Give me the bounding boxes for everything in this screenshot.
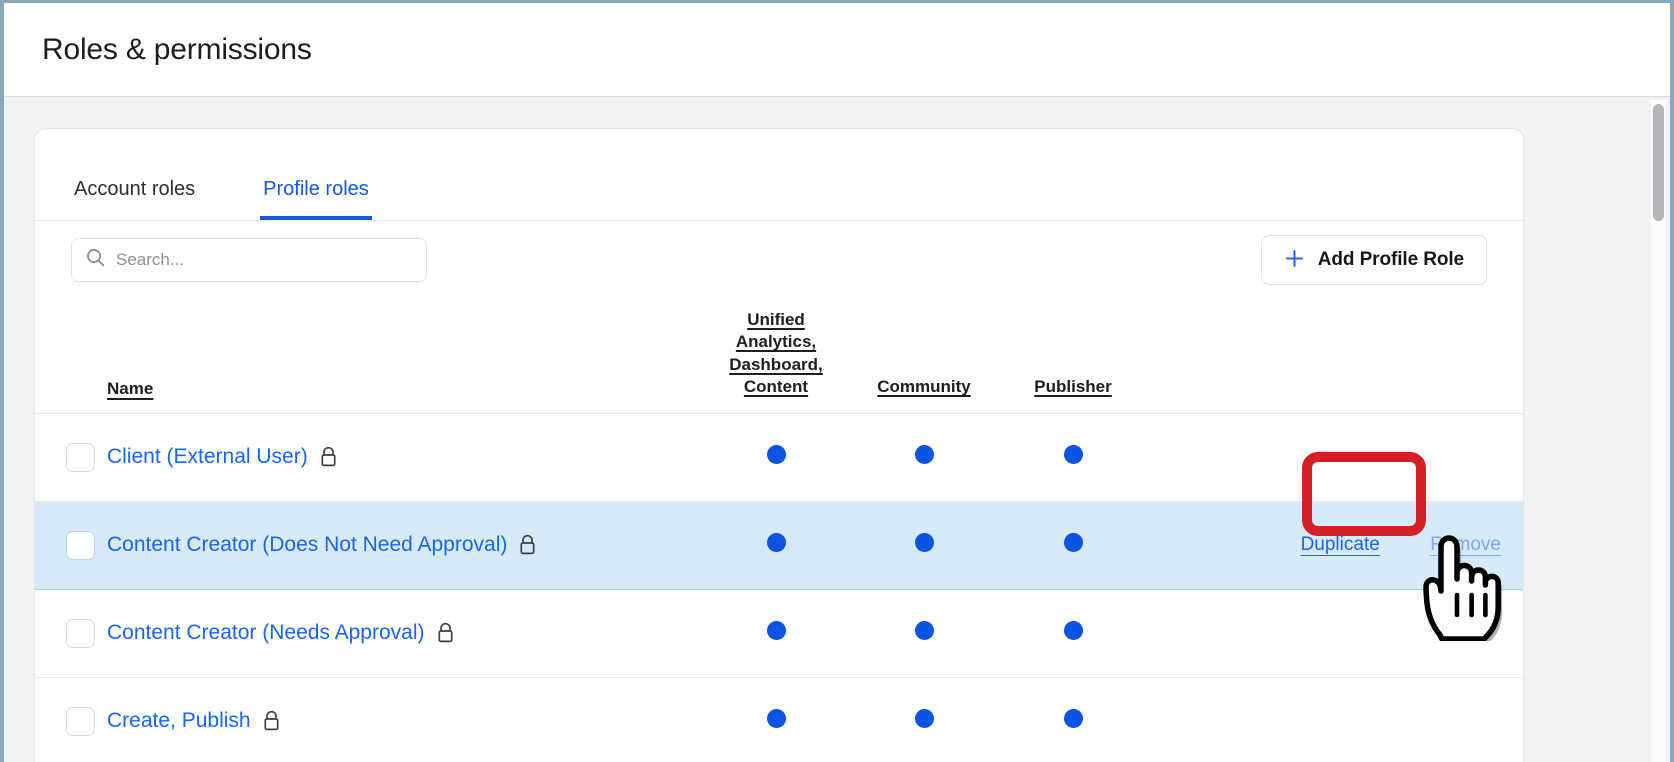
row-select-cell: [35, 677, 107, 762]
search-input[interactable]: [116, 250, 396, 270]
row-actions-cell: [1148, 677, 1523, 762]
th-select-all: [35, 309, 107, 413]
role-name-cell: Client (External User): [107, 413, 702, 501]
lock-icon: [319, 446, 338, 468]
search-icon: [86, 248, 105, 272]
table-row[interactable]: Content Creator (Needs Approval): [35, 589, 1523, 677]
tab-bar: Account roles Profile roles: [35, 129, 1523, 221]
permission-cell-community: [850, 589, 998, 677]
permission-cell-community: [850, 677, 998, 762]
row-actions-cell: [1148, 413, 1523, 501]
row-actions-cell: [1148, 589, 1523, 677]
row-select-cell: [35, 589, 107, 677]
page-title: Roles & permissions: [42, 33, 312, 67]
permission-dot: [767, 621, 786, 640]
row-actions-cell: Duplicate Remove: [1148, 501, 1523, 589]
table-row[interactable]: Content Creator (Does Not Need Approval): [35, 501, 1523, 589]
column-header-actions: [1148, 309, 1523, 413]
role-name-cell: Content Creator (Needs Approval): [107, 589, 702, 677]
column-header-unified-analytics-dashboard-content[interactable]: Unified Analytics, Dashboard, Content: [702, 309, 850, 413]
permission-cell-unified: [702, 589, 850, 677]
page-header: Roles & permissions: [4, 3, 1670, 97]
table-header: Name Unified Analytics, Dashboard, Conte…: [35, 309, 1523, 413]
permission-cell-unified: [702, 501, 850, 589]
column-header-name[interactable]: Name: [107, 309, 702, 413]
table-row[interactable]: Client (External User): [35, 413, 1523, 501]
permission-dot: [1064, 445, 1083, 464]
role-link[interactable]: Create, Publish: [107, 709, 251, 733]
row-checkbox[interactable]: [66, 707, 95, 736]
add-profile-role-label: Add Profile Role: [1318, 249, 1464, 271]
permission-cell-unified: [702, 677, 850, 762]
permission-cell-community: [850, 413, 998, 501]
permission-cell-publisher: [998, 589, 1148, 677]
permission-dot: [1064, 709, 1083, 728]
permission-dot: [1064, 533, 1083, 552]
roles-card: Account roles Profile roles: [34, 128, 1524, 762]
vertical-scrollbar-thumb[interactable]: [1653, 104, 1664, 221]
row-checkbox[interactable]: [66, 443, 95, 472]
lock-icon: [262, 710, 281, 732]
tab-profile-roles[interactable]: Profile roles: [260, 178, 372, 220]
role-link[interactable]: Content Creator (Needs Approval): [107, 621, 425, 645]
table-header-row: Name Unified Analytics, Dashboard, Conte…: [35, 309, 1523, 413]
role-name-cell: Create, Publish: [107, 677, 702, 762]
column-header-community[interactable]: Community: [850, 309, 998, 413]
page-body: Account roles Profile roles: [4, 97, 1670, 762]
permission-cell-community: [850, 501, 998, 589]
duplicate-link[interactable]: Duplicate: [1301, 534, 1380, 555]
permission-cell-publisher: [998, 501, 1148, 589]
permission-dot: [767, 709, 786, 728]
tab-account-roles[interactable]: Account roles: [71, 178, 198, 220]
permission-cell-publisher: [998, 677, 1148, 762]
row-select-cell: [35, 413, 107, 501]
table-row[interactable]: Create, Publish: [35, 677, 1523, 762]
table-toolbar: Add Profile Role: [35, 221, 1523, 309]
remove-link[interactable]: Remove: [1430, 534, 1501, 555]
permission-cell-publisher: [998, 413, 1148, 501]
row-select-cell: [35, 501, 107, 589]
permission-dot: [767, 533, 786, 552]
permission-dot: [915, 533, 934, 552]
add-profile-role-button[interactable]: Add Profile Role: [1261, 235, 1487, 285]
permission-dot: [915, 621, 934, 640]
permission-dot: [1064, 621, 1083, 640]
column-header-publisher[interactable]: Publisher: [998, 309, 1148, 413]
role-link[interactable]: Content Creator (Does Not Need Approval): [107, 533, 507, 557]
plus-icon: [1284, 248, 1305, 272]
lock-icon: [518, 534, 537, 556]
permission-dot: [767, 445, 786, 464]
app-window: Roles & permissions Account roles Profil…: [0, 0, 1674, 762]
lock-icon: [436, 622, 455, 644]
table-body: Client (External User): [35, 413, 1523, 762]
permission-cell-unified: [702, 413, 850, 501]
permission-dot: [915, 709, 934, 728]
row-checkbox[interactable]: [66, 619, 95, 648]
role-link[interactable]: Client (External User): [107, 445, 308, 469]
roles-table: Name Unified Analytics, Dashboard, Conte…: [35, 309, 1523, 762]
role-name-cell: Content Creator (Does Not Need Approval): [107, 501, 702, 589]
row-checkbox[interactable]: [66, 531, 95, 560]
permission-dot: [915, 445, 934, 464]
search-box[interactable]: [71, 238, 427, 282]
